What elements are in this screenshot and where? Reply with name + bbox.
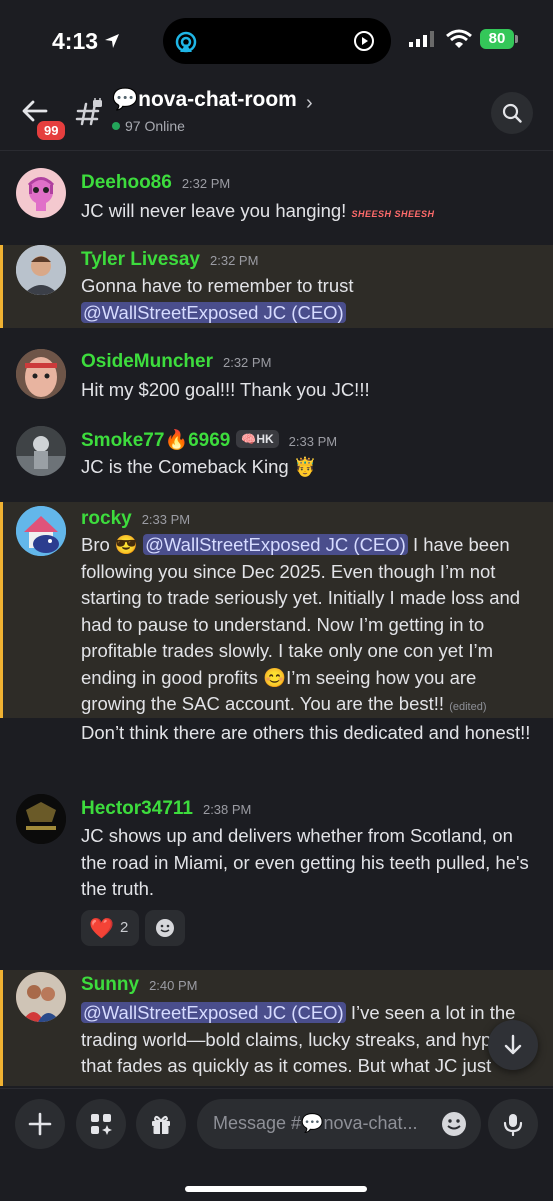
timestamp: 2:32 PM [222, 355, 272, 370]
gift-icon [152, 1115, 170, 1134]
message-text: JC shows up and delivers whether from Sc… [81, 825, 529, 899]
screen-record-icon [354, 31, 374, 51]
message-rocky: rocky 2:33 PM Bro 😎 @WallStreetExposed JC… [0, 502, 553, 718]
avatar-art [16, 972, 66, 1022]
message-input[interactable]: Message #💬nova-chat... [197, 1099, 481, 1149]
avatar-art [27, 177, 55, 211]
avatar-art [16, 426, 66, 476]
avatar-art [16, 794, 66, 844]
avatar-art [16, 349, 66, 399]
author-name[interactable]: Sunny 2:40 PM [81, 974, 197, 996]
plus-icon [28, 1112, 52, 1136]
wifi-icon [446, 29, 472, 48]
add-reaction-button[interactable] [145, 910, 185, 946]
edited-label: (edited) [449, 701, 487, 713]
heart-icon: ❤️ [89, 918, 114, 940]
message-text: Gonna have to remember to trust @WallStre… [81, 275, 354, 323]
timestamp: 2:38 PM [202, 802, 252, 817]
home-indicator [185, 1186, 367, 1192]
clock: 4:13 [52, 28, 99, 54]
avatar-art [16, 506, 66, 556]
avatar-art [16, 245, 66, 295]
avatar[interactable] [16, 972, 66, 1022]
author-name[interactable]: Hector34711 2:38 PM [81, 798, 251, 820]
user-mention[interactable]: @WallStreetExposed JC (CEO) [81, 1002, 346, 1023]
status-bar: 4:13 80 [0, 0, 553, 78]
timestamp: 2:33 PM [288, 434, 338, 449]
channel-header: 99 💬nova-chat-room › 97 Online [0, 78, 553, 151]
message-text: JC is the Comeback King 🤴 [81, 456, 317, 477]
author-name[interactable]: Tyler Livesay 2:32 PM [81, 249, 258, 271]
message-text: Bro 😎 @WallStreetExposed JC (CEO) I have… [81, 534, 521, 714]
avatar[interactable] [16, 794, 66, 844]
timestamp: 2:40 PM [149, 978, 198, 993]
avatar[interactable] [16, 349, 66, 399]
author-name[interactable]: OsideMuncher 2:32 PM [81, 351, 271, 373]
message-rocky-followup: Don’t think there are others this dedica… [0, 718, 553, 774]
gift-button[interactable] [136, 1099, 186, 1149]
reaction-heart[interactable]: ❤️ 2 [81, 910, 139, 946]
jump-to-bottom-button[interactable] [488, 1020, 538, 1070]
avatar[interactable] [16, 168, 66, 218]
author-name[interactable]: Smoke77🔥6969 🧠HK 2:33 PM [81, 428, 337, 452]
user-mention[interactable]: @WallStreetExposed JC (CEO) [81, 301, 346, 323]
search-icon [502, 103, 522, 123]
avatar[interactable] [16, 506, 66, 556]
timestamp: 2:32 PM [181, 176, 231, 191]
cellular-signal-icon [409, 31, 434, 47]
message-text: @WallStreetExposed JC (CEO) I’ve seen a … [81, 1002, 516, 1076]
arrow-down-icon [504, 1034, 522, 1055]
user-mention[interactable]: @WallStreetExposed JC (CEO) [143, 534, 408, 555]
battery-tip [515, 35, 518, 43]
message-placeholder: Message #💬nova-chat... [213, 1113, 418, 1133]
avatar[interactable] [16, 245, 66, 295]
location-arrow-icon [105, 34, 119, 48]
unread-badge: 99 [34, 118, 69, 143]
timestamp: 2:33 PM [141, 512, 191, 527]
dynamic-island [163, 18, 391, 64]
emoji-icon[interactable] [440, 1110, 468, 1138]
airplay-icon [175, 31, 197, 53]
voice-message-button[interactable] [488, 1099, 538, 1149]
channel-title[interactable]: 💬nova-chat-room [112, 88, 297, 112]
add-reaction-icon [156, 919, 174, 937]
clan-tag-badge[interactable]: 🧠HK [236, 430, 279, 448]
attach-plus-button[interactable] [15, 1099, 65, 1149]
online-dot-icon [112, 122, 120, 130]
locked-channel-hash-icon [75, 98, 102, 126]
message-osidemuncher: OsideMuncher 2:32 PM Hit my $200 goal!!! … [0, 340, 553, 410]
online-count: 97 Online [112, 118, 185, 134]
search-button[interactable] [491, 92, 533, 134]
online-text: 97 Online [125, 118, 185, 134]
timestamp: 2:32 PM [210, 253, 259, 268]
message-deehoo86: Deehoo86 2:32 PM JC will never leave you … [0, 158, 553, 238]
reaction-count: 2 [120, 919, 129, 936]
message-text: Don’t think there are others this dedica… [81, 722, 531, 743]
message-text: Hit my $200 goal!!! Thank you JC!!! [81, 379, 370, 400]
message-text: JC will never leave you hanging! SHEESH … [81, 200, 435, 221]
author-name[interactable]: rocky 2:33 PM [81, 508, 190, 530]
apps-button[interactable] [76, 1099, 126, 1149]
message-smoke77: Smoke77🔥6969 🧠HK 2:33 PM JC is the Comebac… [0, 418, 553, 488]
composer-bar: Message #💬nova-chat... [0, 1088, 553, 1201]
message-tyler-livesay: Tyler Livesay 2:32 PM Gonna have to remem… [0, 245, 553, 328]
chevron-right-icon[interactable]: › [306, 92, 313, 115]
avatar[interactable] [16, 426, 66, 476]
apps-sparkle-icon [91, 1114, 112, 1135]
message-sunny: Sunny 2:40 PM @WallStreetExposed JC (CEO)… [0, 970, 553, 1086]
microphone-icon [503, 1114, 523, 1136]
battery-level: 80 [480, 29, 514, 49]
sheesh-sticker: SHEESH SHEESH [351, 209, 435, 219]
author-name[interactable]: Deehoo86 2:32 PM [81, 172, 230, 194]
